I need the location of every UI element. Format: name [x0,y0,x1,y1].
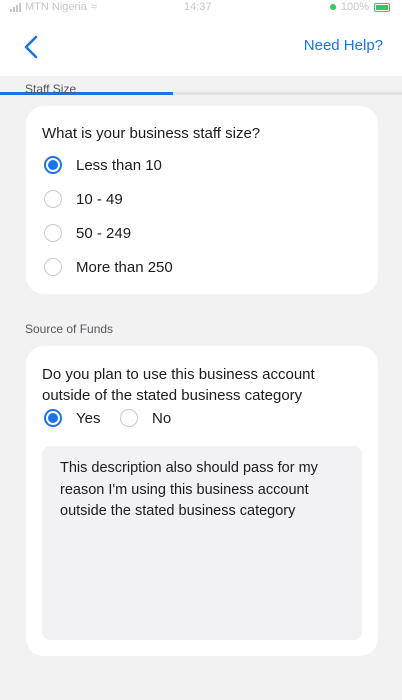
radio-unselected-icon[interactable] [44,224,62,242]
status-right: 100% [329,1,390,13]
wifi-icon: ≈ [90,1,97,13]
staff-option-more-than-250[interactable]: More than 250 [44,258,173,276]
option-label: 10 - 49 [76,190,123,208]
status-time: 14:37 [184,1,212,13]
status-bar: MTN Nigeria ≈ 14:37 100% [0,0,402,18]
radio-unselected-icon[interactable] [44,258,62,276]
source-of-funds-question-line2: outside of the stated business category [42,387,303,404]
battery-icon [374,2,390,12]
radio-unselected-icon[interactable] [120,409,138,427]
radio-unselected-icon[interactable] [44,190,62,208]
section-label-source-of-funds: Source of Funds [25,322,114,336]
chevron-left-icon [24,35,38,59]
staff-option-10-49[interactable]: 10 - 49 [44,190,123,208]
status-left: MTN Nigeria ≈ [10,1,97,13]
radio-selected-icon[interactable] [44,409,62,427]
option-label: Less than 10 [76,156,162,174]
option-label: Yes [76,409,101,427]
description-textarea[interactable]: This description also should pass for my… [42,446,362,640]
back-button[interactable] [20,34,44,60]
funds-option-no[interactable]: No [120,409,171,427]
source-of-funds-question-line1: Do you plan to use this business account [42,366,315,383]
option-label: 50 - 249 [76,224,132,242]
staff-size-question: What is your business staff size? [42,125,261,142]
staff-option-50-249[interactable]: 50 - 249 [44,224,131,242]
option-label: No [152,409,172,427]
signal-icon [10,2,21,12]
section-label-staff-size: Staff Size [25,82,77,96]
funds-option-yes[interactable]: Yes [44,409,100,427]
recording-dot-icon [329,4,336,10]
battery-percent: 100% [340,1,369,13]
source-of-funds-card: Do you plan to use this business account… [26,346,378,656]
staff-size-card: What is your business staff size? Less t… [26,106,378,294]
option-label: More than 250 [76,258,173,276]
nav-bar: Need Help? [0,18,402,95]
need-help-link[interactable]: Need Help? [304,37,383,54]
staff-option-less-than-10[interactable]: Less than 10 [44,156,162,174]
carrier-name: MTN Nigeria [25,1,87,13]
radio-selected-icon[interactable] [44,156,62,174]
